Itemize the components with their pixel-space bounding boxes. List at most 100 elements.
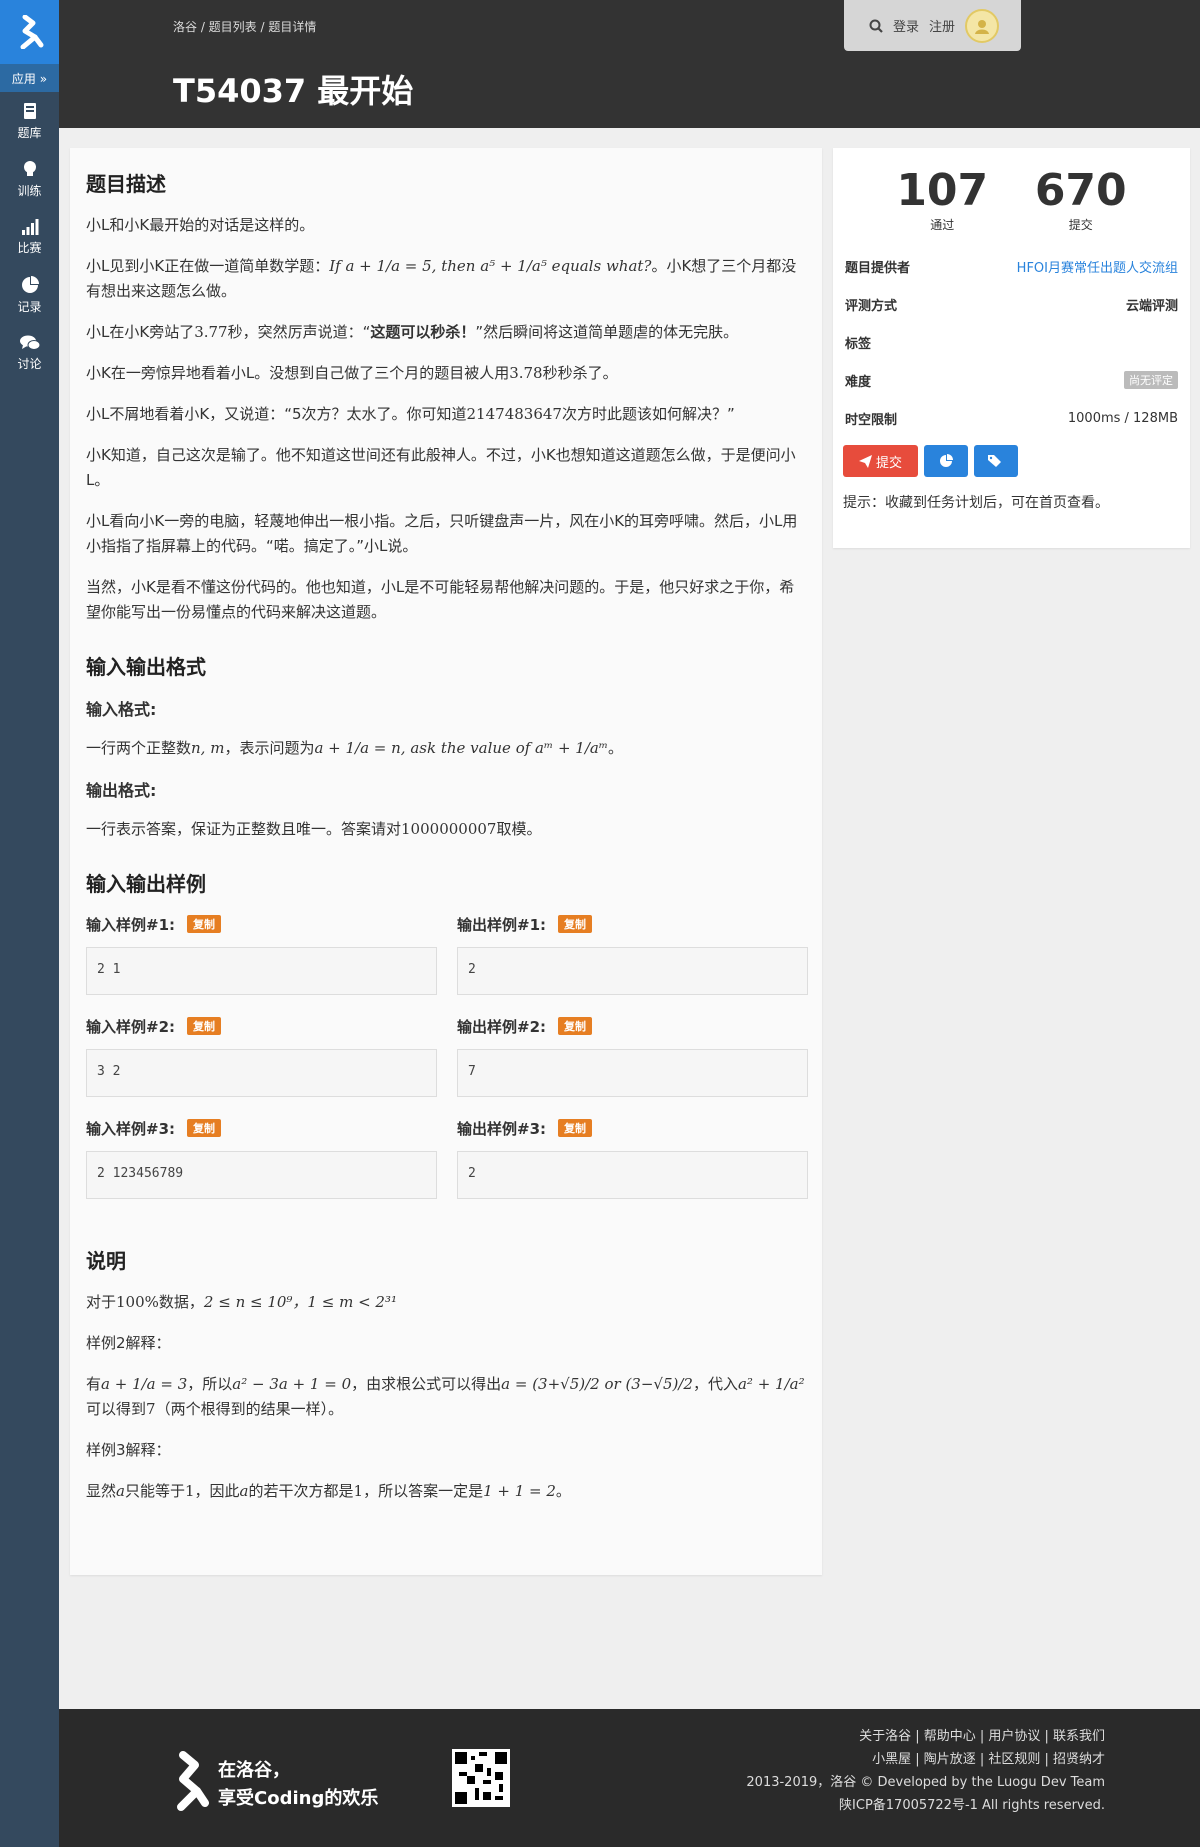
footer-links-row[interactable]: 小黑屋 | 陶片放逐 | 社区规则 | 招贤纳才 xyxy=(746,1748,1105,1771)
text: 小L不屑地看着小K，又说道：“5次方？太水了。你可知道 xyxy=(86,405,467,423)
math-formula: a xyxy=(116,1482,125,1500)
math-formula: a² + 1/a² xyxy=(737,1375,805,1393)
sample-label: 输出样例#3: xyxy=(457,1119,547,1138)
apps-label: 应用 » xyxy=(11,71,48,86)
submit-label: 提交 xyxy=(875,455,902,471)
favorite-tip: 提示：收藏到任务计划后，可在首页查看。 xyxy=(843,495,1109,511)
sample-input: 输入样例#1: 复制 2 1 xyxy=(86,913,437,1015)
qr-code-icon xyxy=(455,1752,507,1804)
text: ，所以答案一定是 xyxy=(363,1482,484,1500)
sidebar-item-training[interactable]: 训练 xyxy=(0,150,59,208)
sidebar-item-problems[interactable]: 题库 xyxy=(0,92,59,150)
text: 次方时此题该如何解决？” xyxy=(561,405,735,423)
login-link[interactable]: 登录 xyxy=(893,16,919,35)
copy-button[interactable]: 复制 xyxy=(558,915,593,933)
luogu-logo[interactable] xyxy=(0,0,59,64)
text: ，因此 xyxy=(194,1482,240,1500)
apps-toggle[interactable]: 应用 » xyxy=(0,64,59,92)
stats: 107 通过 670 提交 xyxy=(833,148,1190,233)
sample-box[interactable]: 2 1 xyxy=(86,947,437,995)
register-link[interactable]: 注册 xyxy=(929,16,955,35)
text: 只能等于 xyxy=(124,1482,185,1500)
info-row-tags: 标签 xyxy=(833,323,1190,361)
math-number: 100% xyxy=(116,1293,159,1311)
math-formula: a xyxy=(239,1482,249,1500)
book-icon xyxy=(23,102,36,119)
sample-output: 输出样例#2: 复制 7 xyxy=(457,1015,808,1117)
text: 有 xyxy=(86,1375,102,1393)
text: ”然后瞬间将这道简单题虐的体无完肤。 xyxy=(475,323,739,341)
copy-button[interactable]: 复制 xyxy=(187,1017,222,1035)
copy-button[interactable]: 复制 xyxy=(558,1017,593,1035)
paragraph: 小L见到小K正在做一道简单数学题：If a + 1/a = 5, then a⁵… xyxy=(86,254,806,304)
lightbulb-icon xyxy=(23,160,36,176)
math-number: 2147483647 xyxy=(466,405,562,423)
paragraph: 当然，小K是看不懂这份代码的。他也知道，小L是不可能轻易帮他解决问题的。于是，他… xyxy=(86,575,806,625)
passed-stat: 107 通过 xyxy=(896,166,988,233)
math-number: 7 xyxy=(146,1400,156,1418)
info-label: 难度 xyxy=(845,374,872,390)
text: 秒秒杀了。 xyxy=(542,364,618,382)
text: 小K在一旁惊异地看着小L。没想到自己做了三个月的题目被人用 xyxy=(86,364,510,382)
search-icon[interactable] xyxy=(869,19,883,33)
math-number: 1000000007 xyxy=(401,820,497,838)
footer-links-row[interactable]: 关于洛谷 | 帮助中心 | 用户协议 | 联系我们 xyxy=(746,1725,1105,1748)
pie-chart-icon xyxy=(940,454,953,467)
info-value: 1000ms / 128MB xyxy=(1067,410,1178,426)
statistics-button[interactable] xyxy=(924,445,968,477)
math-formula: a² − 3a + 1 = 0 xyxy=(232,1375,352,1393)
copy-button[interactable]: 复制 xyxy=(187,1119,222,1137)
info-label: 评测方式 xyxy=(845,298,898,314)
passed-count: 107 xyxy=(896,165,989,216)
copy-button[interactable]: 复制 xyxy=(558,1119,593,1137)
pie-chart-icon xyxy=(21,275,39,293)
text: 的若干次方都是 xyxy=(248,1482,354,1500)
info-row-difficulty: 难度 尚无评定 xyxy=(833,361,1190,399)
sample-box[interactable]: 7 xyxy=(457,1049,808,1097)
paragraph: 一行表示答案，保证为正整数且唯一。答案请对1000000007取模。 xyxy=(86,817,806,842)
footer-logo xyxy=(169,1751,209,1815)
info-label: 标签 xyxy=(845,336,872,352)
submitted-count: 670 xyxy=(1034,165,1127,216)
text: 一行两个正整数 xyxy=(86,739,192,757)
math-number: 3.78 xyxy=(509,364,543,382)
luogu-logo-icon xyxy=(177,1751,209,1811)
text: 。 xyxy=(608,739,624,757)
sidebar-item-label: 训练 xyxy=(17,183,42,198)
footer-links: 关于洛谷 | 帮助中心 | 用户协议 | 联系我们 小黑屋 | 陶片放逐 | 社… xyxy=(746,1725,1105,1817)
sample-box[interactable]: 3 2 xyxy=(86,1049,437,1097)
tags-icon xyxy=(988,455,1001,467)
text: 对于 xyxy=(86,1293,117,1311)
avatar[interactable] xyxy=(965,8,1000,43)
paragraph: 显然a只能等于1，因此a的若干次方都是1，所以答案一定是1 + 1 = 2。 xyxy=(86,1479,806,1504)
sidebar: 应用 » 题库 训练 比赛 记录 讨论 xyxy=(0,0,59,1847)
sample-box[interactable]: 2 xyxy=(457,947,808,995)
problem-info-card: 107 通过 670 提交 题目提供者 HFOI月赛常任出题人交流组 评测方式 … xyxy=(833,148,1190,548)
math-number: 3.77 xyxy=(194,323,228,341)
paragraph: 一行两个正整数n, m，表示问题为a + 1/a = n, ask the va… xyxy=(86,736,806,761)
sample-box[interactable]: 2 xyxy=(457,1151,808,1199)
sidebar-item-label: 记录 xyxy=(17,299,42,314)
sidebar-item-discuss[interactable]: 讨论 xyxy=(0,324,59,382)
sample-box[interactable]: 2 123456789 xyxy=(86,1151,437,1199)
sidebar-item-label: 题库 xyxy=(17,125,42,140)
text: 小L在小K旁站了 xyxy=(86,323,195,341)
info-row-limits: 时空限制 1000ms / 128MB xyxy=(833,399,1190,437)
tags-button[interactable] xyxy=(974,445,1018,477)
text: 秒，突然厉声说道：“ xyxy=(227,323,371,341)
submit-button[interactable]: 提交 xyxy=(843,445,918,477)
copyright: 2013-2019，洛谷 © Developed by the Luogu De… xyxy=(746,1775,1105,1790)
info-label: 时空限制 xyxy=(845,412,898,428)
breadcrumb[interactable]: 洛谷 / 题目列表 / 题目详情 xyxy=(173,18,316,35)
provider-link[interactable]: HFOI月赛常任出题人交流组 xyxy=(1017,257,1178,276)
math-formula: n, m xyxy=(191,739,225,757)
text: 小L看向小K一旁的电脑，轻蔑地伸出一根小指。之后，只听键盘声一片，风在小K的耳旁… xyxy=(86,512,798,555)
sidebar-item-records[interactable]: 记录 xyxy=(0,266,59,324)
copy-button[interactable]: 复制 xyxy=(187,915,222,933)
text: 可以得到 xyxy=(86,1400,147,1418)
paragraph: 小L不屑地看着小K，又说道：“5次方？太水了。你可知道2147483647次方时… xyxy=(86,402,806,427)
description-title: 题目描述 xyxy=(86,172,166,196)
sidebar-item-contests[interactable]: 比赛 xyxy=(0,208,59,266)
sample-label: 输入样例#1: xyxy=(86,915,176,934)
info-label: 题目提供者 xyxy=(845,260,911,276)
